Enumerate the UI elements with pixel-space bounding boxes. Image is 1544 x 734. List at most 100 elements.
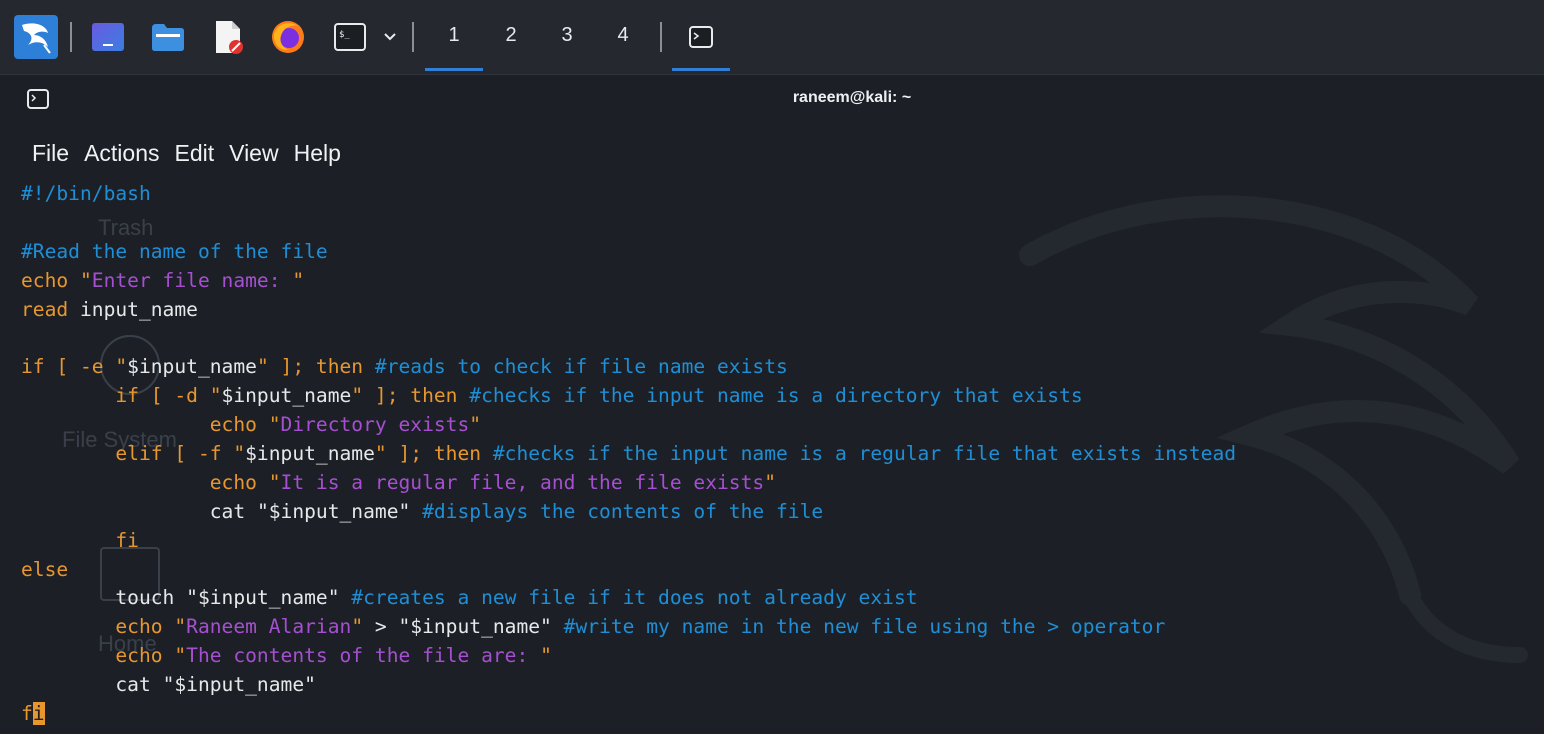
text-cursor: i bbox=[32, 702, 45, 726]
terminal-icon bbox=[689, 26, 713, 48]
kali-menu-button[interactable] bbox=[12, 0, 60, 74]
text-editor-icon bbox=[216, 21, 243, 54]
terminal-icon: $_ bbox=[334, 23, 366, 51]
code-line: cat "$input_name" bbox=[21, 671, 1236, 700]
code-token: [ -e bbox=[56, 355, 116, 379]
code-token: "$input_name" bbox=[162, 673, 316, 697]
code-line: #!/bin/bash bbox=[21, 180, 1236, 209]
code-token: "$input_name" bbox=[256, 499, 411, 523]
code-token: $input_name bbox=[245, 442, 375, 466]
terminal-window[interactable]: Trash File System Home raneem@kali: ~ Fi… bbox=[0, 75, 1544, 734]
code-line: #Read the name of the file bbox=[21, 238, 1236, 267]
code-line: else bbox=[21, 556, 1236, 585]
code-token: It is a regular file, and the file exist… bbox=[280, 470, 765, 494]
text-editor-launcher[interactable] bbox=[208, 0, 248, 74]
panel-separator bbox=[412, 22, 414, 52]
code-token: fi bbox=[21, 528, 139, 552]
desktop-icon bbox=[92, 23, 124, 51]
code-line: cat "$input_name" #displays the contents… bbox=[21, 498, 1236, 527]
code-token: f bbox=[21, 702, 33, 726]
file-manager-launcher[interactable] bbox=[148, 0, 188, 74]
code-token: #creates a new file if it does not alrea… bbox=[339, 586, 918, 610]
code-token: #checks if the input name is a regular f… bbox=[492, 442, 1237, 466]
code-token: input_name bbox=[79, 297, 198, 321]
firefox-launcher[interactable] bbox=[268, 0, 308, 74]
code-token: #checks if the input name is a directory… bbox=[469, 384, 1083, 408]
code-token: " bbox=[268, 470, 281, 494]
code-token: touch bbox=[21, 586, 187, 610]
code-token: $input_name bbox=[127, 355, 257, 379]
window-title: raneem@kali: ~ bbox=[792, 89, 912, 106]
code-token: echo bbox=[21, 470, 269, 494]
code-token: [ -d bbox=[150, 384, 210, 408]
code-token: ]; then bbox=[268, 355, 375, 379]
code-token: Directory exists bbox=[280, 413, 470, 437]
code-token: " bbox=[174, 615, 187, 639]
code-token: " bbox=[209, 384, 222, 408]
code-line: fi bbox=[21, 700, 1236, 729]
terminal-launcher[interactable]: $_ bbox=[330, 0, 370, 74]
folder-icon bbox=[152, 24, 184, 51]
code-token: echo bbox=[21, 413, 269, 437]
terminal-dropdown[interactable] bbox=[378, 0, 402, 74]
code-token: if bbox=[21, 384, 151, 408]
code-line: elif [ -f "$input_name" ]; then #checks … bbox=[21, 440, 1236, 469]
code-token: " bbox=[764, 470, 776, 494]
top-panel: $_ 1 2 3 4 bbox=[0, 0, 1544, 75]
workspace-3[interactable]: 3 bbox=[556, 24, 578, 47]
code-token: echo bbox=[21, 268, 80, 292]
code-token: if bbox=[21, 355, 57, 379]
taskbar-terminal-window[interactable] bbox=[672, 0, 730, 74]
code-token: read bbox=[21, 297, 80, 321]
window-titlebar[interactable]: raneem@kali: ~ bbox=[0, 75, 1544, 123]
chevron-down-icon bbox=[384, 33, 396, 41]
active-task-indicator bbox=[672, 68, 730, 71]
kali-dragon-icon bbox=[14, 15, 58, 59]
menu-file[interactable]: File bbox=[32, 140, 69, 167]
code-token: #reads to check if file name exists bbox=[374, 355, 788, 379]
code-token: " bbox=[351, 384, 364, 408]
terminal-editor-content[interactable]: #!/bin/bash #Read the name of the file ech… bbox=[21, 180, 1236, 729]
panel-separator bbox=[660, 22, 662, 52]
menu-actions[interactable]: Actions bbox=[84, 140, 159, 167]
code-token: " bbox=[268, 413, 281, 437]
code-token: Enter file name: bbox=[91, 268, 293, 292]
code-token: " bbox=[174, 644, 187, 668]
code-line: echo "Raneem Alarian" > "$input_name" #w… bbox=[21, 613, 1236, 642]
show-desktop-button[interactable] bbox=[88, 0, 128, 74]
code-line: echo "Directory exists" bbox=[21, 411, 1236, 440]
code-token: #Read the name of the file bbox=[21, 239, 328, 263]
code-line: echo "It is a regular file, and the file… bbox=[21, 469, 1236, 498]
code-token: " bbox=[256, 355, 269, 379]
code-token: ]; then bbox=[386, 442, 493, 466]
code-token: " bbox=[79, 268, 92, 292]
code-line: echo "Enter file name: " bbox=[21, 267, 1236, 296]
code-token: #write my name in the new file using the… bbox=[551, 615, 1166, 639]
code-token: " bbox=[115, 355, 128, 379]
code-token: The contents of the file are: bbox=[186, 644, 541, 668]
workspace-1[interactable]: 1 bbox=[443, 24, 465, 47]
firefox-icon bbox=[272, 21, 304, 53]
code-token: " bbox=[540, 644, 552, 668]
code-token: echo bbox=[21, 644, 175, 668]
code-line: if [ -d "$input_name" ]; then #checks if… bbox=[21, 382, 1236, 411]
menu-help[interactable]: Help bbox=[294, 140, 341, 167]
code-line: touch "$input_name" #creates a new file … bbox=[21, 584, 1236, 613]
code-token: #displays the contents of the file bbox=[410, 499, 824, 523]
menu-view[interactable]: View bbox=[229, 140, 278, 167]
workspace-2[interactable]: 2 bbox=[500, 24, 522, 47]
code-token: echo bbox=[21, 615, 175, 639]
code-token: " bbox=[351, 615, 364, 639]
code-token: " bbox=[374, 442, 387, 466]
code-token: " bbox=[233, 442, 246, 466]
panel-separator bbox=[70, 22, 72, 52]
code-token: ]; then bbox=[363, 384, 470, 408]
svg-text:$_: $_ bbox=[339, 30, 350, 40]
workspace-4[interactable]: 4 bbox=[612, 24, 634, 47]
menu-edit[interactable]: Edit bbox=[175, 140, 215, 167]
code-token: [ -f bbox=[174, 442, 234, 466]
code-token: " bbox=[292, 268, 305, 292]
code-line: read input_name bbox=[21, 296, 1236, 325]
